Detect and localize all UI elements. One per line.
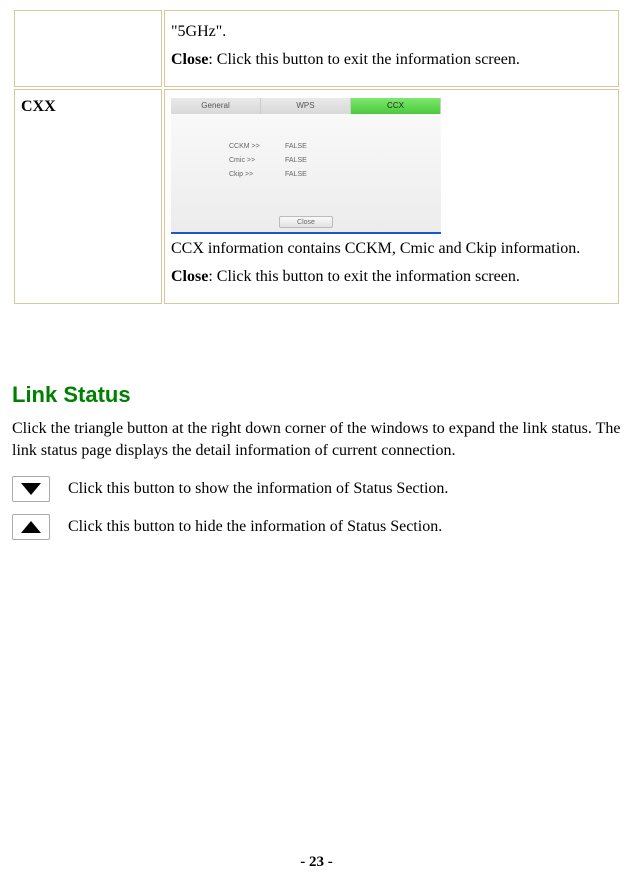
- triangle-down-icon: [20, 482, 42, 496]
- triangle-down-button[interactable]: [12, 476, 50, 502]
- row2-desc: General WPS CCX CCKM >> FALSE Cmic >> FA…: [164, 89, 619, 304]
- row1-line1: "5GHz".: [171, 23, 226, 40]
- tab-general[interactable]: General: [171, 98, 261, 114]
- page-number: - 23 -: [0, 854, 633, 871]
- ccx-screenshot: General WPS CCX CCKM >> FALSE Cmic >> FA…: [171, 98, 441, 234]
- triangle-up-button[interactable]: [12, 514, 50, 540]
- cmic-key: Cmic >>: [229, 156, 277, 165]
- row2-label: CXX: [14, 89, 162, 304]
- description-table: "5GHz". Close: Click this button to exit…: [12, 8, 621, 306]
- cmic-val: FALSE: [285, 156, 307, 165]
- row2-close-text: : Click this button to exit the informat…: [208, 268, 520, 285]
- collapse-desc: Click this button to hide the informatio…: [68, 514, 442, 540]
- row2-close-label: Close: [171, 268, 208, 285]
- tab-wps[interactable]: WPS: [261, 98, 351, 114]
- ckip-key: Ckip >>: [229, 170, 277, 179]
- tab-ccx[interactable]: CCX: [351, 98, 441, 114]
- expand-button-row: Click this button to show the informatio…: [12, 476, 621, 502]
- row1-close-text: : Click this button to exit the informat…: [208, 51, 520, 68]
- triangle-up-icon: [20, 520, 42, 534]
- section-intro: Click the triangle button at the right d…: [12, 418, 621, 461]
- screenshot-close-button[interactable]: Close: [279, 216, 333, 228]
- row1-desc: "5GHz". Close: Click this button to exit…: [164, 10, 619, 87]
- row1-close-label: Close: [171, 51, 208, 68]
- cckm-val: FALSE: [285, 142, 307, 151]
- expand-desc: Click this button to show the informatio…: [68, 476, 448, 502]
- row1-label: [14, 10, 162, 87]
- section-title: Link Status: [12, 382, 621, 408]
- cckm-key: CCKM >>: [229, 142, 277, 151]
- ckip-val: FALSE: [285, 170, 307, 179]
- row2-para: CCX information contains CCKM, Cmic and …: [171, 238, 612, 260]
- collapse-button-row: Click this button to hide the informatio…: [12, 514, 621, 540]
